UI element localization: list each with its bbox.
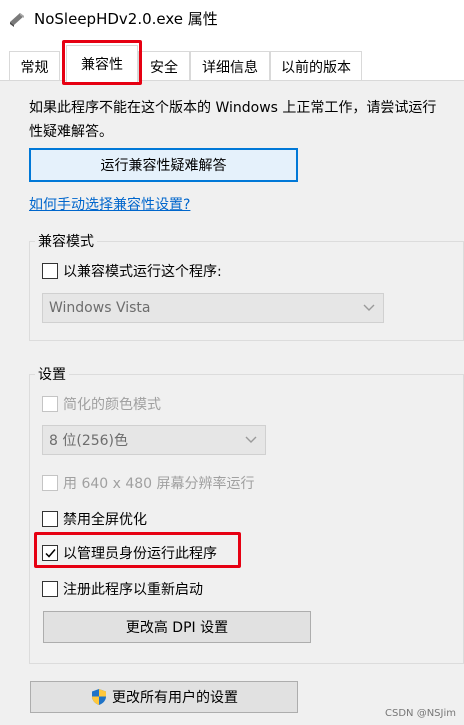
reduced-color-label: 简化的颜色模式 [63, 397, 161, 413]
chevron-down-icon [363, 304, 375, 311]
tab-details[interactable]: 详细信息 [190, 51, 270, 81]
run-troubleshooter-button[interactable]: 运行兼容性疑难解答 [29, 148, 298, 182]
title-bar: NoSleepHDv2.0.exe 属性 [0, 0, 464, 37]
register-restart-label: 注册此程序以重新启动 [63, 582, 203, 598]
tab-general[interactable]: 常规 [9, 51, 60, 81]
window-title: NoSleepHDv2.0.exe 属性 [34, 10, 218, 28]
disable-fullscreen-label: 禁用全屏优化 [63, 512, 147, 528]
disable-fullscreen-checkbox[interactable]: 禁用全屏优化 [42, 509, 147, 529]
tab-strip: 常规 兼容性 安全 详细信息 以前的版本 [0, 37, 464, 82]
chevron-down-icon [245, 436, 257, 443]
color-depth-value: 8 位(256)色 [49, 433, 129, 449]
change-dpi-button[interactable]: 更改高 DPI 设置 [43, 611, 311, 643]
checkbox-box[interactable] [42, 511, 58, 527]
os-select[interactable]: Windows Vista [42, 293, 384, 323]
run-as-admin-label: 以管理员身份运行此程序 [63, 546, 217, 562]
checkbox-box-checked[interactable] [42, 545, 58, 561]
all-users-settings-button[interactable]: 更改所有用户的设置 [30, 681, 298, 713]
checkbox-box[interactable] [42, 396, 58, 412]
color-depth-select[interactable]: 8 位(256)色 [42, 425, 266, 455]
compat-mode-label: 以兼容模式运行这个程序: [63, 264, 222, 280]
compat-mode-title: 兼容模式 [35, 231, 97, 251]
run-as-admin-checkbox[interactable]: 以管理员身份运行此程序 [42, 543, 217, 563]
settings-title: 设置 [35, 364, 69, 384]
reduced-color-checkbox[interactable]: 简化的颜色模式 [42, 394, 161, 414]
tab-previous-versions[interactable]: 以前的版本 [270, 51, 362, 81]
tab-security[interactable]: 安全 [138, 51, 190, 81]
watermark-text: CSDN @NSJim [385, 708, 456, 719]
intro-text: 如果此程序不能在这个版本的 Windows 上正常工作，请尝试运行 性疑难解答。 [29, 96, 464, 144]
all-users-label: 更改所有用户的设置 [112, 690, 238, 706]
compat-mode-group [29, 241, 464, 341]
manual-compat-link[interactable]: 如何手动选择兼容性设置? [29, 194, 190, 214]
intro-line-2: 性疑难解答。 [29, 124, 113, 140]
register-restart-checkbox[interactable]: 注册此程序以重新启动 [42, 579, 203, 599]
checkbox-box[interactable] [42, 475, 58, 491]
res-640-label: 用 640 x 480 屏幕分辨率运行 [63, 476, 255, 492]
tab-compatibility[interactable]: 兼容性 [66, 45, 138, 82]
intro-line-1: 如果此程序不能在这个版本的 Windows 上正常工作，请尝试运行 [29, 100, 437, 116]
app-icon [8, 10, 26, 28]
checkmark-icon [44, 548, 56, 558]
shield-icon [92, 689, 106, 705]
checkbox-box[interactable] [42, 581, 58, 597]
compat-mode-checkbox[interactable]: 以兼容模式运行这个程序: [42, 261, 222, 281]
os-select-value: Windows Vista [49, 300, 151, 316]
res-640-checkbox[interactable]: 用 640 x 480 屏幕分辨率运行 [42, 473, 255, 493]
checkbox-box[interactable] [42, 263, 58, 279]
